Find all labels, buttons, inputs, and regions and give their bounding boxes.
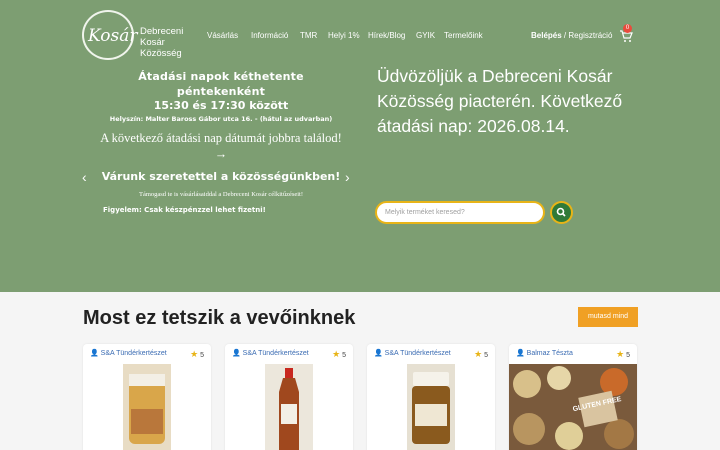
section-title: Most ez tetszik a vevőinknek: [83, 307, 356, 329]
rating: ★ 5: [190, 349, 204, 360]
seller-name: Balmaz Tészta: [526, 350, 573, 357]
nav-item-hirek[interactable]: Hírek/Blog: [368, 31, 405, 40]
logo-line: Közösség: [140, 48, 182, 59]
show-all-button[interactable]: mutasd mind: [578, 307, 638, 327]
seller-link[interactable]: 👤 S&A Tündérkertészet: [232, 349, 309, 357]
register-link[interactable]: Regisztráció: [568, 31, 612, 40]
nav-item-informacio[interactable]: Információ: [251, 31, 288, 40]
slider-next-icon[interactable]: ›: [345, 170, 355, 184]
slide-date-hint: A következő átadási nap dátumát jobbra t…: [100, 131, 342, 161]
seller-link[interactable]: 👤 S&A Tündérkertészet: [90, 349, 167, 357]
nav-item-termeloink[interactable]: Termelőink: [444, 31, 483, 40]
auth-separator: /: [563, 31, 567, 40]
user-icon: 👤: [90, 350, 99, 357]
slide-time: 15:30 és 17:30 között: [153, 99, 289, 112]
rating-value: 5: [200, 352, 204, 359]
rating: ★ 5: [616, 349, 630, 360]
product-card[interactable]: 👤 S&A Tündérkertészet ★ 5: [83, 344, 211, 450]
slide-welcome: Várunk szeretettel a közösségünkben!: [101, 170, 341, 183]
star-icon: ★: [474, 349, 483, 359]
seller-link[interactable]: 👤 Balmaz Tészta: [516, 349, 573, 357]
slide-heading: Átadási napok kéthetente péntekenként: [138, 70, 304, 98]
product-image[interactable]: [407, 364, 455, 450]
seller-name: S&A Tündérkertészet: [384, 350, 451, 357]
slide-location: Helyszín: Malter Baross Gábor utca 16. -…: [109, 115, 333, 123]
nav-item-helyi[interactable]: Helyi 1%: [328, 31, 360, 40]
slide-support: Támogasd te is vásárlásaiddal a Debrecen…: [138, 191, 304, 198]
slider-prev-icon[interactable]: ‹: [82, 170, 92, 184]
rating-value: 5: [484, 352, 488, 359]
user-icon: 👤: [516, 350, 525, 357]
cart-count-badge: 0: [623, 24, 632, 33]
site-header: Kosár Debreceni Kosár Közösség Vásárlás …: [0, 0, 720, 70]
product-image[interactable]: [123, 364, 171, 450]
welcome-heading: Üdvözöljük a Debreceni Kosár Közösség pi…: [377, 66, 623, 136]
seller-name: S&A Tündérkertészet: [100, 350, 167, 357]
product-image[interactable]: [265, 364, 313, 450]
product-card[interactable]: 👤 Balmaz Tészta ★ 5 GLUTEN FREE: [509, 344, 637, 450]
product-card[interactable]: 👤 S&A Tündérkertészet ★ 5: [367, 344, 495, 450]
auth-links: Belépés / Regisztráció: [531, 31, 612, 40]
info-slider: Átadási napok kéthetente péntekenként 15…: [96, 64, 346, 250]
rating-value: 5: [342, 352, 346, 359]
search-icon: [556, 207, 566, 217]
star-icon: ★: [616, 349, 625, 359]
rating: ★ 5: [474, 349, 488, 360]
search-input[interactable]: Melyik terméket keresed?: [375, 201, 545, 224]
product-card[interactable]: 👤 S&A Tündérkertészet ★ 5: [225, 344, 353, 450]
user-icon: 👤: [374, 350, 383, 357]
rating: ★ 5: [332, 349, 346, 360]
user-icon: 👤: [232, 350, 241, 357]
login-link[interactable]: Belépés: [531, 31, 562, 40]
search-button[interactable]: [550, 201, 573, 224]
rating-value: 5: [626, 352, 630, 359]
nav-item-tmr[interactable]: TMR: [300, 31, 317, 40]
slide-warning: Figyelem: Csak készpénzzel lehet fizetni…: [103, 206, 266, 214]
seller-name: S&A Tündérkertészet: [242, 350, 309, 357]
nav-item-gyik[interactable]: GYIK: [416, 31, 435, 40]
nav-item-vasarlas[interactable]: Vásárlás: [207, 31, 238, 40]
product-image[interactable]: GLUTEN FREE: [509, 364, 637, 450]
star-icon: ★: [332, 349, 341, 359]
star-icon: ★: [190, 349, 199, 359]
seller-link[interactable]: 👤 S&A Tündérkertészet: [374, 349, 451, 357]
